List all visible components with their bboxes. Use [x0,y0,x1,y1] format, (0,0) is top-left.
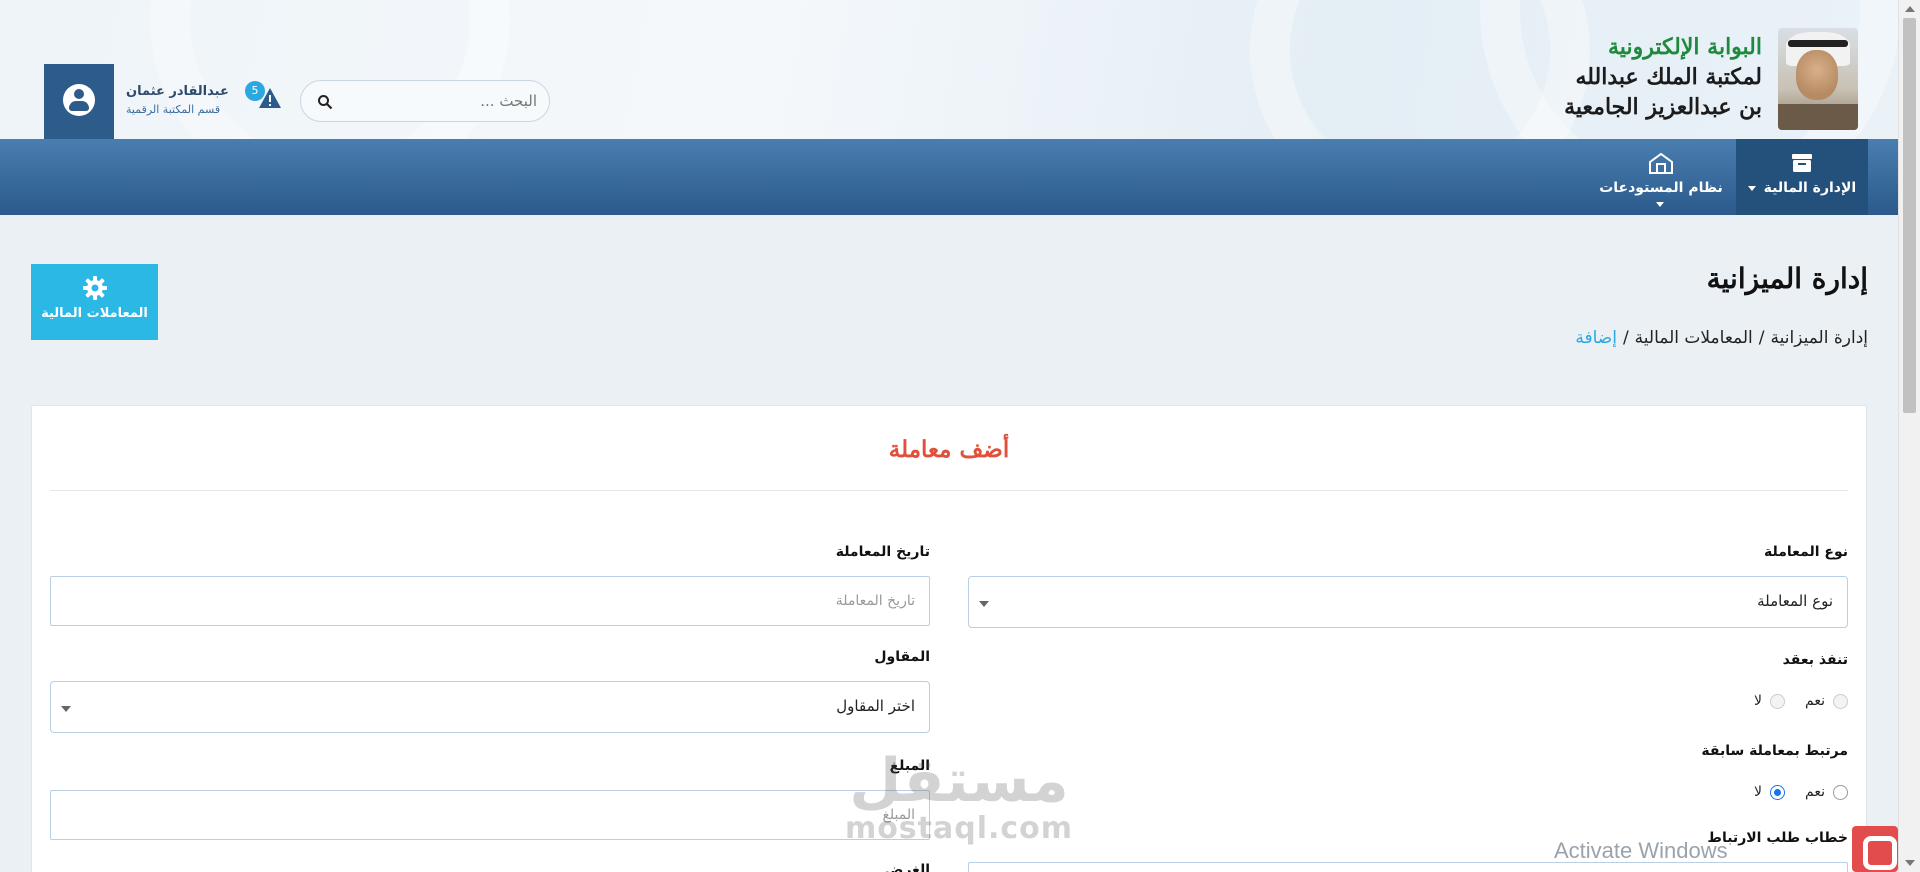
breadcrumb: إدارة الميزانية/المعاملات المالية/إضافة [1575,328,1868,348]
transaction-type-select[interactable]: نوع المعاملة [968,576,1848,628]
contract-no-label: لا [1754,693,1763,709]
linked-transaction-label: مرتبط بمعاملة سابقة [1701,743,1848,759]
site-logo[interactable]: البوابة الإلكترونية لمكتبة الملك عبدالله… [1538,28,1858,133]
search-input[interactable] [341,89,537,113]
breadcrumb-current: إضافة [1575,328,1617,348]
mostaql-logo-icon[interactable] [1852,826,1898,872]
transaction-date-label: تاريخ المعاملة [835,544,930,560]
notification-badge: 5 [245,81,265,101]
logo-line-2: لمكتبة الملك عبدالله [1575,64,1762,90]
contractor-label: المقاول [874,649,930,665]
linked-no-label: لا [1754,784,1763,800]
amount-field[interactable] [50,790,930,840]
chevron-down-icon [1655,201,1664,207]
contract-label: تنفذ بعقد [1782,652,1848,668]
financial-transactions-button[interactable]: المعاملات المالية [31,264,158,340]
activate-windows-text: Activate Windows [1554,838,1728,863]
purpose-label: الغرض [884,862,931,872]
contract-radio-group: نعم لا [1754,693,1848,709]
main-navbar: الإدارة المالية نظام المستودعات [0,139,1898,215]
user-name[interactable]: عبدالقادر عثمان [126,84,229,99]
contractor-value: اختر المقاول [836,697,915,715]
logo-line-3: بن عبدالعزيز الجامعية [1564,94,1762,120]
scroll-down-arrow-icon[interactable] [1905,860,1915,866]
nav-item-warehouses[interactable]: نظام المستودعات [1596,139,1726,215]
search-icon[interactable] [317,94,333,110]
chevron-down-icon [61,706,71,712]
contractor-select[interactable]: اختر المقاول [50,681,930,733]
contract-yes-radio[interactable] [1833,693,1848,709]
divider [50,490,1848,491]
chevron-down-icon [979,601,989,607]
logo-line-1: البوابة الإلكترونية [1608,34,1762,60]
breadcrumb-item[interactable]: إدارة الميزانية [1771,328,1868,348]
logo-text: البوابة الإلكترونية لمكتبة الملك عبدالله… [1564,32,1762,122]
page-title: إدارة الميزانية [1706,262,1868,295]
user-avatar-button[interactable] [44,64,114,139]
add-transaction-card: أضف معاملة نوع المعاملة نوع المعاملة تنف… [31,405,1867,872]
page-scrollbar[interactable] [1898,0,1920,872]
linked-radio-group: نعم لا [1754,784,1848,800]
king-portrait [1778,28,1858,130]
nav-item-label: نظام المستودعات [1599,180,1723,196]
gear-icon [82,276,107,300]
transaction-type-value: نوع المعاملة [1757,592,1833,610]
nav-item-financial-management[interactable]: الإدارة المالية [1736,139,1868,215]
form-title: أضف معاملة [888,436,1010,463]
scroll-up-arrow-icon[interactable] [1905,6,1915,12]
search-box[interactable] [300,80,550,122]
scrollbar-thumb[interactable] [1903,18,1916,413]
archive-box-icon [1792,154,1812,172]
breadcrumb-item[interactable]: المعاملات المالية [1635,328,1753,348]
user-department: قسم المكتبة الرقمية [126,103,221,116]
warehouse-icon [1649,152,1673,174]
amount-label: المبلغ [889,758,930,774]
financial-transactions-label: المعاملات المالية [41,306,148,321]
contract-yes-label: نعم [1805,693,1825,709]
link-letter-label: خطاب طلب الارتباط [1707,830,1848,846]
linked-yes-radio[interactable] [1833,784,1848,800]
site-header: البوابة الإلكترونية لمكتبة الملك عبدالله… [0,0,1898,139]
contract-no-radio[interactable] [1770,693,1786,709]
chevron-down-icon [1747,185,1756,191]
transaction-date-field[interactable] [50,576,930,626]
linked-no-radio[interactable] [1770,784,1786,800]
linked-yes-label: نعم [1805,784,1825,800]
user-icon [63,84,95,116]
transaction-type-label: نوع المعاملة [1764,544,1848,560]
nav-item-label: الإدارة المالية [1763,180,1857,196]
